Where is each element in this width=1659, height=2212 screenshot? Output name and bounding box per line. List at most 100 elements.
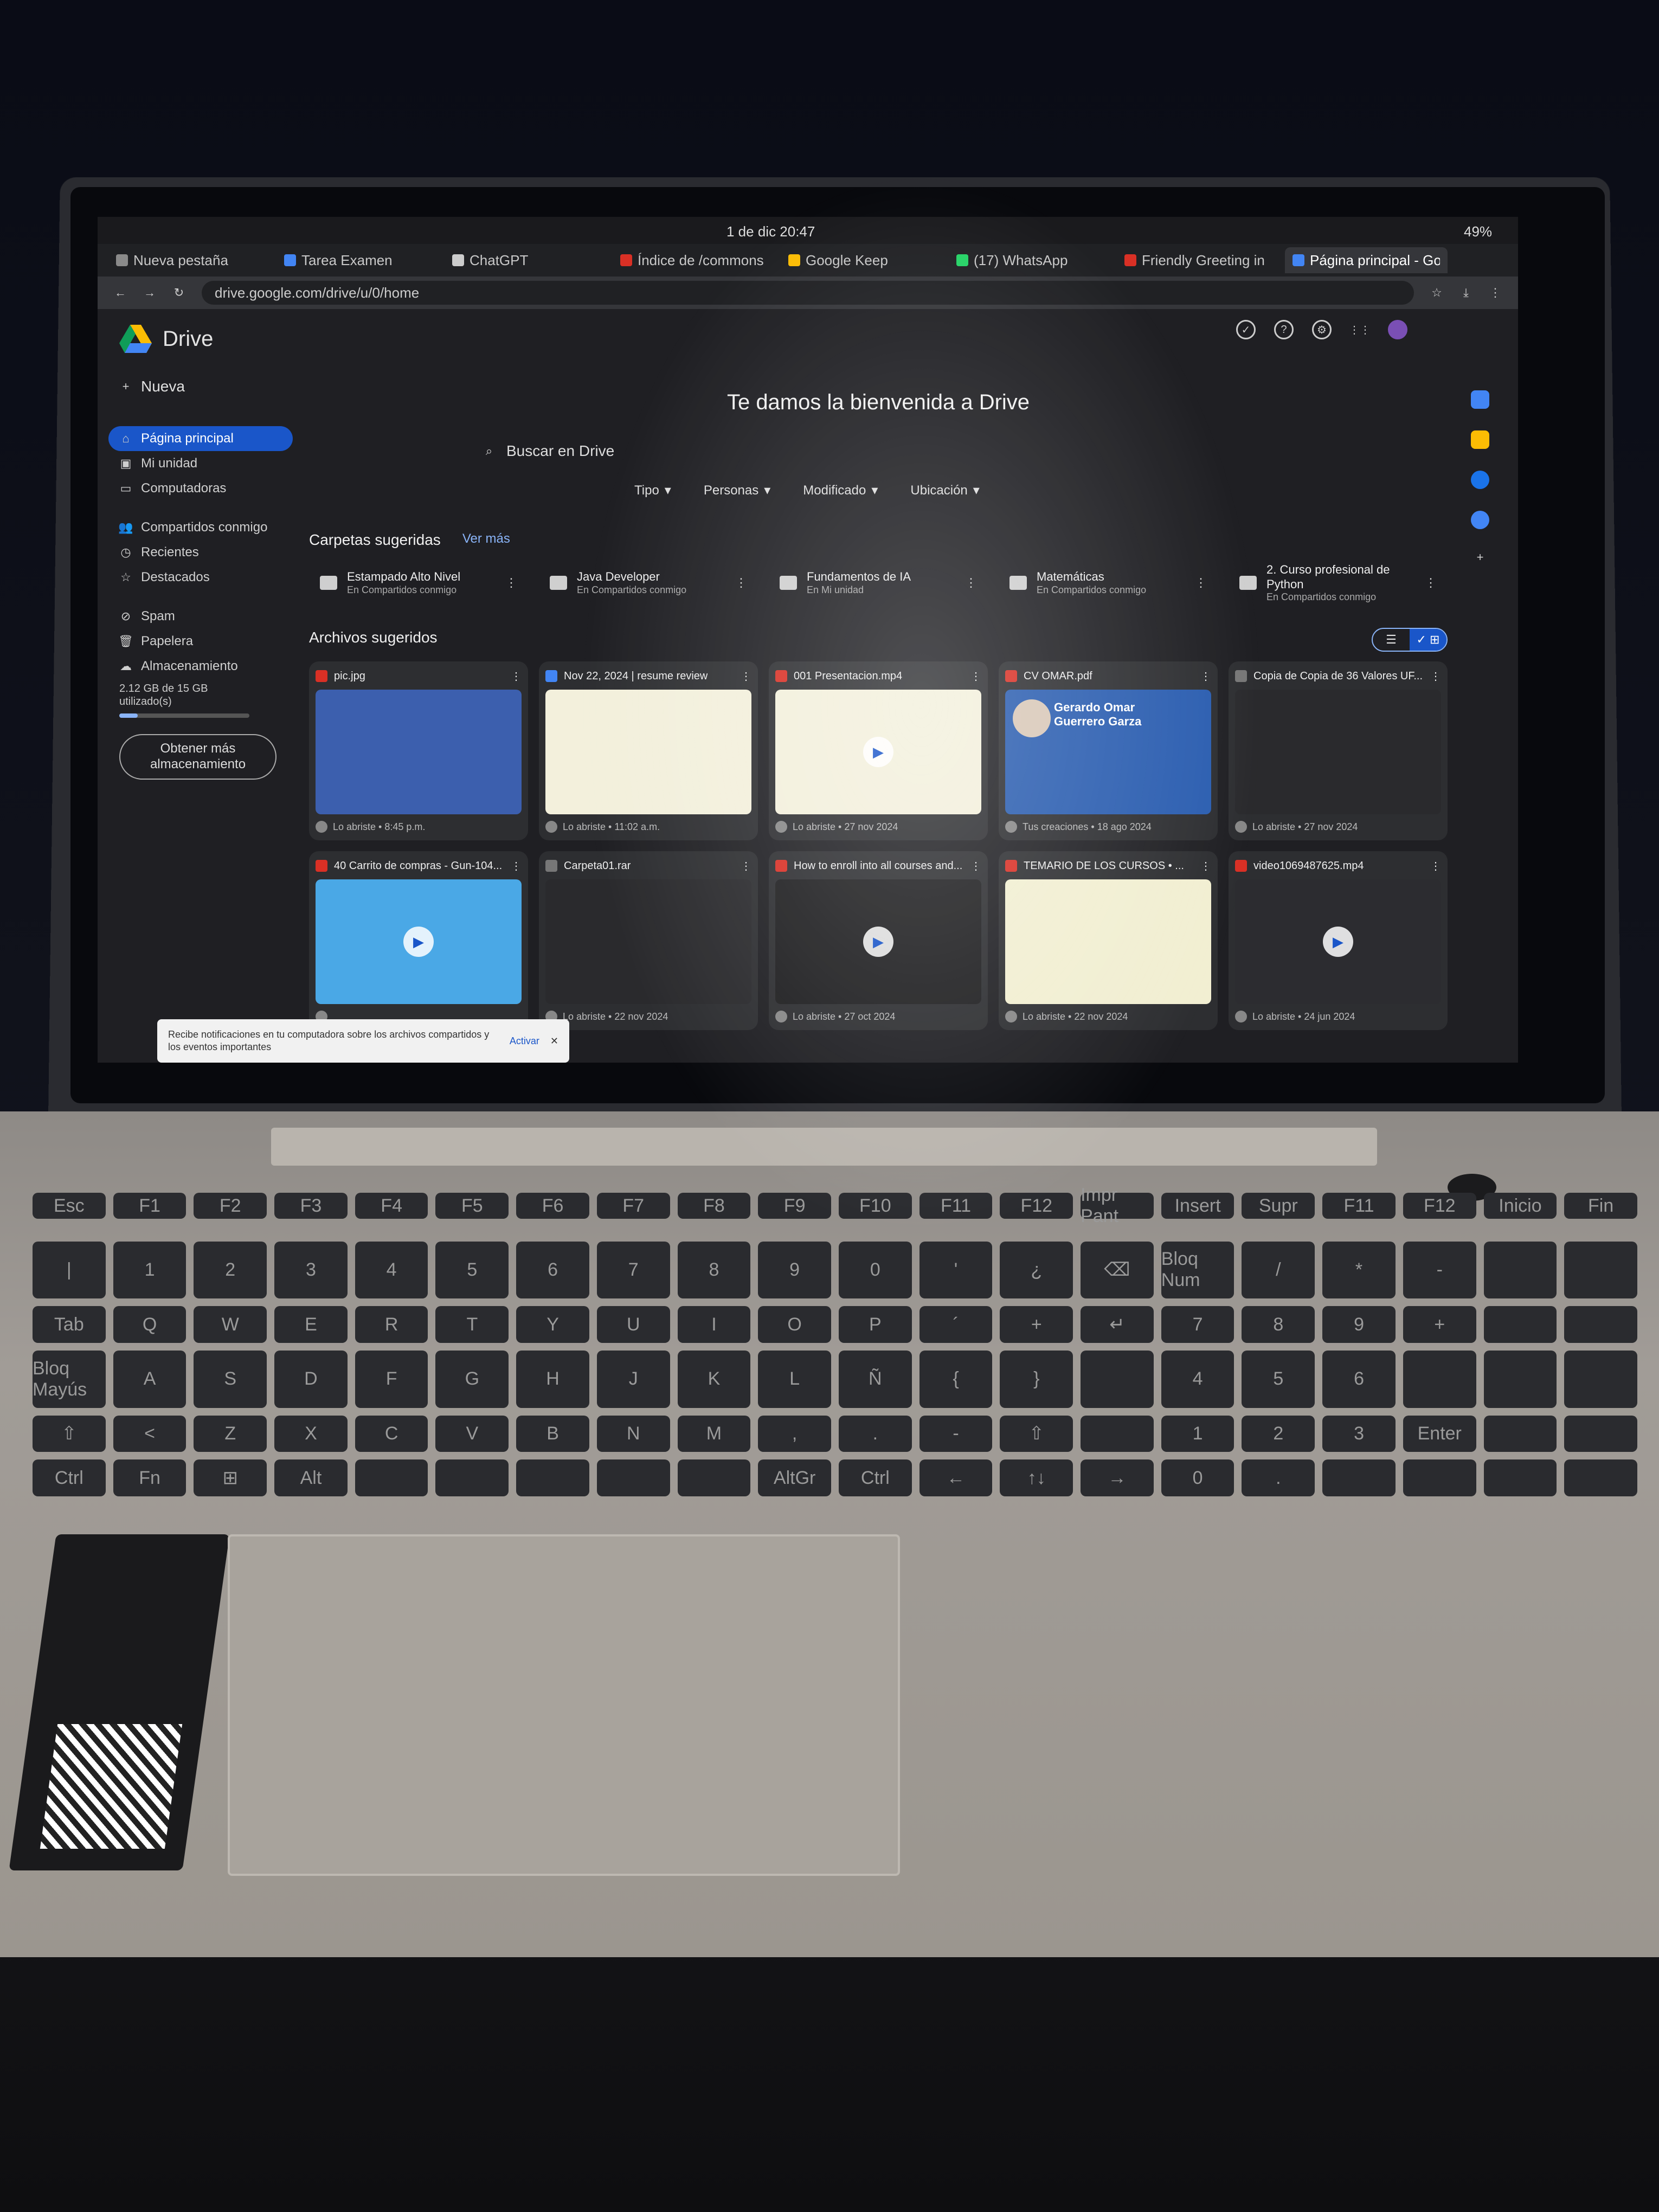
- file-card[interactable]: How to enroll into all courses and... ⋮ ▶ L…: [769, 851, 988, 1030]
- keyboard-key[interactable]: N: [596, 1415, 670, 1452]
- keyboard-key[interactable]: Ctrl: [838, 1459, 912, 1496]
- more-options-icon[interactable]: ⋮: [505, 576, 517, 590]
- get-more-storage-button[interactable]: Obtener más almacenamiento: [119, 734, 276, 780]
- browser-tab[interactable]: Índice de /commons: [613, 247, 775, 273]
- keyboard-key[interactable]: Q: [113, 1306, 187, 1343]
- more-options-icon[interactable]: ⋮: [970, 859, 981, 873]
- menu-dots-icon[interactable]: ⋮: [1489, 286, 1502, 299]
- keyboard-key[interactable]: B: [516, 1415, 589, 1452]
- drive-logo-icon[interactable]: [119, 325, 152, 353]
- help-icon[interactable]: ?: [1274, 320, 1294, 339]
- filter-chip[interactable]: Tipo ▾: [634, 483, 671, 498]
- browser-tab[interactable]: Página principal - Go: [1285, 247, 1448, 273]
- keyboard-key[interactable]: Z: [194, 1415, 267, 1452]
- browser-tab[interactable]: Nueva pestaña: [108, 247, 271, 273]
- more-options-icon[interactable]: ⋮: [511, 859, 522, 873]
- keyboard-key[interactable]: R: [355, 1306, 428, 1343]
- keyboard-key[interactable]: F9: [758, 1193, 831, 1219]
- keyboard-key[interactable]: 1: [113, 1241, 187, 1299]
- keyboard-key[interactable]: 5: [1242, 1350, 1315, 1408]
- keyboard-key[interactable]: Impr Pant: [1081, 1185, 1154, 1226]
- keyboard-key[interactable]: F4: [355, 1193, 428, 1219]
- keyboard-key[interactable]: 3: [274, 1241, 348, 1299]
- sidebar-item[interactable]: ☆ Destacados: [108, 565, 293, 590]
- play-icon[interactable]: ▶: [403, 927, 434, 957]
- keyboard-key[interactable]: 2: [1242, 1415, 1315, 1452]
- new-button[interactable]: + Nueva: [108, 369, 293, 404]
- keyboard-key[interactable]: F2: [194, 1193, 267, 1219]
- search-input[interactable]: ⌕ Buscar en Drive: [472, 434, 1285, 468]
- url-field[interactable]: drive.google.com/drive/u/0/home: [202, 281, 1414, 305]
- more-options-icon[interactable]: ⋮: [741, 670, 751, 683]
- sidebar-item[interactable]: ◷ Recientes: [108, 540, 293, 565]
- keyboard-key[interactable]: F11: [919, 1193, 993, 1219]
- keyboard-key[interactable]: |: [33, 1241, 106, 1299]
- keyboard-key[interactable]: L: [758, 1350, 831, 1408]
- keyboard-key[interactable]: 6: [516, 1241, 589, 1299]
- settings-gear-icon[interactable]: ⚙: [1312, 320, 1332, 339]
- keyboard-key[interactable]: ,: [758, 1415, 831, 1452]
- keyboard-key[interactable]: AltGr: [758, 1459, 831, 1496]
- folder-item[interactable]: Estampado Alto Nivel En Compartidos conmi…: [309, 558, 528, 607]
- keyboard-key[interactable]: {: [919, 1350, 993, 1408]
- keyboard-key[interactable]: [435, 1459, 509, 1496]
- keyboard-key[interactable]: 9: [758, 1241, 831, 1299]
- keyboard-key[interactable]: F8: [677, 1193, 751, 1219]
- more-options-icon[interactable]: ⋮: [1425, 576, 1437, 590]
- list-view-icon[interactable]: ☰: [1373, 629, 1410, 651]
- keyboard-key[interactable]: Fin: [1564, 1193, 1637, 1219]
- keyboard-key[interactable]: 5: [435, 1241, 509, 1299]
- keyboard-key[interactable]: O: [758, 1306, 831, 1343]
- keyboard-key[interactable]: [1483, 1350, 1557, 1408]
- keyboard-key[interactable]: ←: [919, 1459, 993, 1496]
- keyboard-key[interactable]: +: [1000, 1306, 1073, 1343]
- sidebar-item[interactable]: ⌂ Página principal: [108, 426, 293, 451]
- browser-tab[interactable]: Tarea Examen: [276, 247, 439, 273]
- more-options-icon[interactable]: ⋮: [970, 670, 981, 683]
- reload-icon[interactable]: ↻: [172, 286, 185, 299]
- keyboard-key[interactable]: F6: [516, 1193, 589, 1219]
- keyboard-key[interactable]: 1: [1161, 1415, 1234, 1452]
- keyboard-key[interactable]: 8: [1242, 1306, 1315, 1343]
- sidebar-item[interactable]: ☁ Almacenamiento: [108, 654, 293, 679]
- keep-icon[interactable]: [1471, 430, 1489, 449]
- keyboard-key[interactable]: U: [596, 1306, 670, 1343]
- keyboard-key[interactable]: F3: [274, 1193, 348, 1219]
- folder-item[interactable]: 2. Curso profesional de Python En Compart…: [1229, 558, 1448, 607]
- keyboard-key[interactable]: [1403, 1350, 1476, 1408]
- keyboard-key[interactable]: E: [274, 1306, 348, 1343]
- keyboard-key[interactable]: -: [1403, 1241, 1476, 1299]
- more-options-icon[interactable]: ⋮: [965, 576, 977, 590]
- sidebar-item[interactable]: 🗑 Papelera: [108, 629, 293, 654]
- more-options-icon[interactable]: ⋮: [1430, 670, 1441, 683]
- keyboard-key[interactable]: Fn: [113, 1459, 187, 1496]
- keyboard-key[interactable]: /: [1242, 1241, 1315, 1299]
- keyboard-key[interactable]: [1483, 1306, 1557, 1343]
- keyboard-key[interactable]: ↵: [1081, 1306, 1154, 1343]
- keyboard-key[interactable]: 8: [677, 1241, 751, 1299]
- file-card[interactable]: Carpeta01.rar ⋮ Lo abriste • 22 nov 2024: [539, 851, 758, 1030]
- keyboard-key[interactable]: V: [435, 1415, 509, 1452]
- keyboard-key[interactable]: [1564, 1415, 1637, 1452]
- offline-status-icon[interactable]: ✓: [1236, 320, 1256, 339]
- filter-chip[interactable]: Modificado ▾: [803, 483, 878, 498]
- filter-chip[interactable]: Ubicación ▾: [910, 483, 979, 498]
- more-options-icon[interactable]: ⋮: [1200, 670, 1211, 683]
- keyboard-key[interactable]: 7: [596, 1241, 670, 1299]
- contacts-icon[interactable]: [1471, 511, 1489, 529]
- keyboard-key[interactable]: Esc: [33, 1193, 106, 1219]
- file-card[interactable]: 001 Presentacion.mp4 ⋮ ▶ Lo abriste • 27 no…: [769, 661, 988, 840]
- tasks-icon[interactable]: [1471, 471, 1489, 489]
- keyboard-key[interactable]: P: [838, 1306, 912, 1343]
- keyboard-key[interactable]: I: [677, 1306, 751, 1343]
- sidebar-item[interactable]: ⊘ Spam: [108, 604, 293, 629]
- keyboard-key[interactable]: [516, 1459, 589, 1496]
- browser-tab[interactable]: (17) WhatsApp: [949, 247, 1111, 273]
- view-toggle[interactable]: ☰ ✓ ⊞: [1372, 628, 1448, 652]
- keyboard-key[interactable]: [1403, 1459, 1476, 1496]
- keyboard-key[interactable]: [1564, 1306, 1637, 1343]
- file-card[interactable]: CV OMAR.pdf ⋮ Gerardo Omar Guerrero Garza T…: [999, 661, 1218, 840]
- keyboard-key[interactable]: 3: [1322, 1415, 1396, 1452]
- keyboard-key[interactable]: 0: [838, 1241, 912, 1299]
- keyboard-key[interactable]: [355, 1459, 428, 1496]
